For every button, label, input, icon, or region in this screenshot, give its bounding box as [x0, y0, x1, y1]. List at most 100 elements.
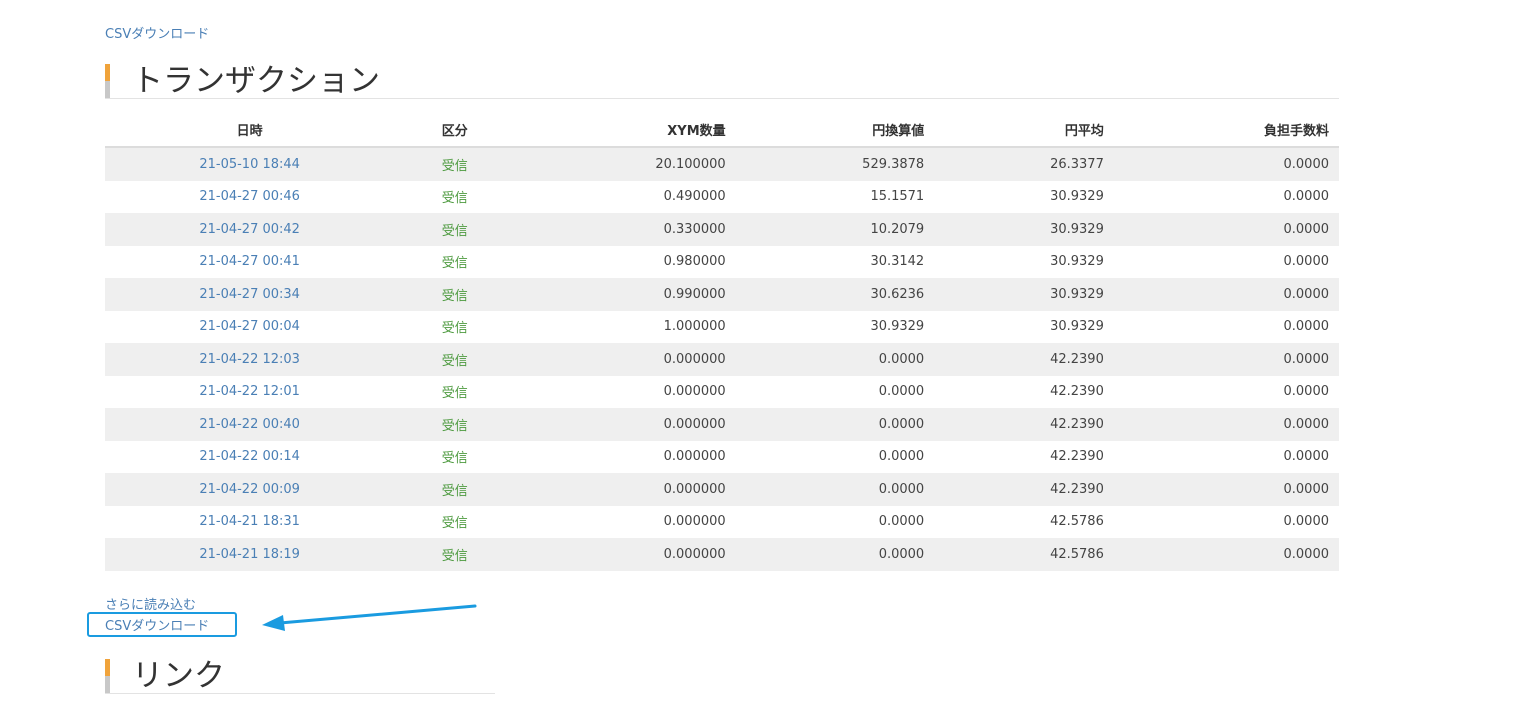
cell-date: 21-04-27 00:04 [105, 311, 394, 344]
cell-kind: 受信 [394, 473, 516, 506]
cell-xym-qty: 1.000000 [663, 319, 726, 335]
transaction-date-link[interactable]: 21-04-22 12:01 [199, 384, 300, 399]
cell-xym-qty: 0.330000 [515, 213, 726, 246]
cell-date: 21-05-10 18:44 [105, 147, 395, 181]
header-xym-qty: XYM数量 [515, 112, 726, 148]
transaction-date-link[interactable]: 21-04-22 00:40 [199, 417, 300, 432]
cell-fee: 0.0000 [1283, 254, 1330, 270]
csv-download-link-top[interactable]: CSVダウンロード [105, 23, 209, 42]
transaction-date-link[interactable]: 21-04-27 00:34 [199, 287, 300, 302]
cell-xym-qty: 20.100000 [515, 147, 726, 181]
cell-kind: 受信 [394, 538, 516, 571]
table-row: 21-04-22 12:03 受信 0.000000 0.0000 42.2390 0.0… [105, 343, 1339, 376]
transaction-date-link[interactable]: 21-04-27 00:04 [199, 319, 300, 334]
cell-date: 21-04-27 00:46 [105, 181, 394, 214]
cell-kind: 受信 [394, 213, 516, 246]
table-row: 21-04-21 18:31 受信 0.000000 0.0000 42.5786 0.0… [105, 506, 1339, 539]
cell-jpy-avg: 30.9329 [924, 278, 1104, 311]
cell-jpy-avg: 30.9329 [1050, 189, 1104, 205]
cell-jpy-avg: 26.3377 [924, 147, 1104, 181]
cell-xym-qty: 0.980000 [663, 254, 726, 270]
cell-fee: 0.0000 [1103, 213, 1339, 246]
cell-xym-qty: 0.990000 [515, 278, 726, 311]
cell-jpy-value: 0.0000 [725, 473, 925, 506]
cell-fee: 0.0000 [1103, 343, 1339, 376]
cell-jpy-avg: 42.2390 [1050, 384, 1104, 400]
cell-jpy-value: 10.2079 [725, 213, 925, 246]
cell-jpy-value: 30.9329 [870, 319, 925, 335]
cell-date: 21-04-22 12:01 [105, 376, 394, 409]
header-kind: 区分 [394, 112, 516, 148]
cell-fee: 0.0000 [1103, 408, 1339, 441]
csv-download-link-bottom[interactable]: CSVダウンロード [87, 612, 237, 637]
cell-jpy-avg: 42.2390 [924, 343, 1104, 376]
heading-accent-bar [105, 64, 110, 98]
cell-jpy-avg: 42.2390 [924, 473, 1104, 506]
table-row: 21-04-22 00:09 受信 0.000000 0.0000 42.2390 0.0… [105, 473, 1339, 506]
cell-jpy-avg: 30.9329 [1050, 319, 1104, 335]
cell-jpy-value: 30.6236 [725, 278, 925, 311]
cell-jpy-value: 529.3878 [725, 147, 925, 181]
cell-fee: 0.0000 [1103, 538, 1339, 571]
cell-xym-qty: 0.000000 [663, 514, 726, 530]
cell-date: 21-04-22 00:40 [105, 408, 395, 441]
table-row: 21-04-22 00:40 受信 0.000000 0.0000 42.2390 0.0… [105, 408, 1339, 441]
cell-date: 21-04-27 00:41 [105, 246, 394, 279]
load-more-link[interactable]: さらに読み込む [105, 594, 196, 613]
transaction-date-link[interactable]: 21-05-10 18:44 [199, 157, 300, 172]
table-row: 21-04-27 00:46 受信 0.490000 15.1571 30.9329 0.… [105, 181, 1339, 214]
transaction-date-link[interactable]: 21-04-27 00:41 [199, 254, 300, 269]
table-row: 21-04-22 00:14 受信 0.000000 0.0000 42.2390 0.0… [105, 441, 1339, 474]
cell-jpy-value: 0.0000 [725, 538, 925, 571]
transaction-date-link[interactable]: 21-04-27 00:46 [199, 189, 300, 204]
cell-kind: 受信 [394, 343, 516, 376]
header-jpy-value: 円換算値 [725, 112, 925, 148]
table-row: 21-04-27 00:42 受信 0.330000 10.2079 30.9329 0.… [105, 213, 1339, 246]
cell-jpy-value: 0.0000 [725, 408, 925, 441]
cell-fee: 0.0000 [1283, 319, 1330, 335]
cell-fee: 0.0000 [1103, 278, 1339, 311]
cell-kind: 受信 [441, 191, 468, 207]
transaction-date-link[interactable]: 21-04-27 00:42 [199, 222, 300, 237]
cell-jpy-avg: 30.9329 [1050, 254, 1104, 270]
cell-date: 21-04-22 00:09 [105, 473, 395, 506]
cell-xym-qty: 0.000000 [515, 408, 726, 441]
cell-jpy-value: 15.1571 [870, 189, 925, 205]
cell-jpy-avg: 42.2390 [924, 408, 1104, 441]
transactions-title: トランザクション [132, 63, 380, 99]
transaction-date-link[interactable]: 21-04-22 00:09 [199, 482, 300, 497]
cell-kind: 受信 [394, 147, 516, 181]
cell-fee: 0.0000 [1103, 147, 1339, 181]
table-row: 21-04-27 00:41 受信 0.980000 30.3142 30.9329 0.… [105, 246, 1339, 279]
cell-jpy-avg: 30.9329 [924, 213, 1104, 246]
cell-jpy-value: 0.0000 [878, 514, 925, 530]
cell-xym-qty: 0.000000 [515, 343, 726, 376]
cell-kind: 受信 [394, 408, 516, 441]
cell-date: 21-04-27 00:42 [105, 213, 395, 246]
transaction-date-link[interactable]: 21-04-22 00:14 [199, 449, 300, 464]
cell-fee: 0.0000 [1283, 189, 1330, 205]
cell-jpy-avg: 42.5786 [1050, 514, 1104, 530]
transactions-table: 日時 区分 XYM数量 円換算値 円平均 負担手数料 21-05-10 18:4… [105, 112, 1339, 571]
transaction-date-link[interactable]: 21-04-21 18:19 [199, 547, 300, 562]
cell-date: 21-04-21 18:31 [105, 506, 394, 539]
cell-fee: 0.0000 [1283, 384, 1330, 400]
transaction-date-link[interactable]: 21-04-21 18:31 [199, 514, 300, 529]
table-row: 21-04-27 00:04 受信 1.000000 30.9329 30.9329 0.… [105, 311, 1339, 344]
cell-kind: 受信 [441, 451, 468, 467]
cell-kind: 受信 [441, 321, 468, 337]
header-fee: 負担手数料 [1103, 112, 1339, 148]
links-title: リンク [132, 658, 225, 694]
cell-jpy-avg: 42.5786 [924, 538, 1104, 571]
transaction-date-link[interactable]: 21-04-22 12:03 [199, 352, 300, 367]
table-header-row: 日時 区分 XYM数量 円換算値 円平均 負担手数料 [105, 112, 1339, 148]
cell-fee: 0.0000 [1283, 449, 1330, 465]
cell-fee: 0.0000 [1283, 514, 1330, 530]
cell-kind: 受信 [441, 516, 468, 532]
table-row: 21-04-27 00:34 受信 0.990000 30.6236 30.9329 0.… [105, 278, 1339, 311]
header-jpy-avg: 円平均 [924, 112, 1104, 148]
cell-xym-qty: 0.000000 [515, 538, 726, 571]
cell-jpy-value: 0.0000 [878, 449, 925, 465]
csv-download-label: CSVダウンロード [105, 619, 210, 634]
cell-xym-qty: 0.000000 [663, 384, 726, 400]
